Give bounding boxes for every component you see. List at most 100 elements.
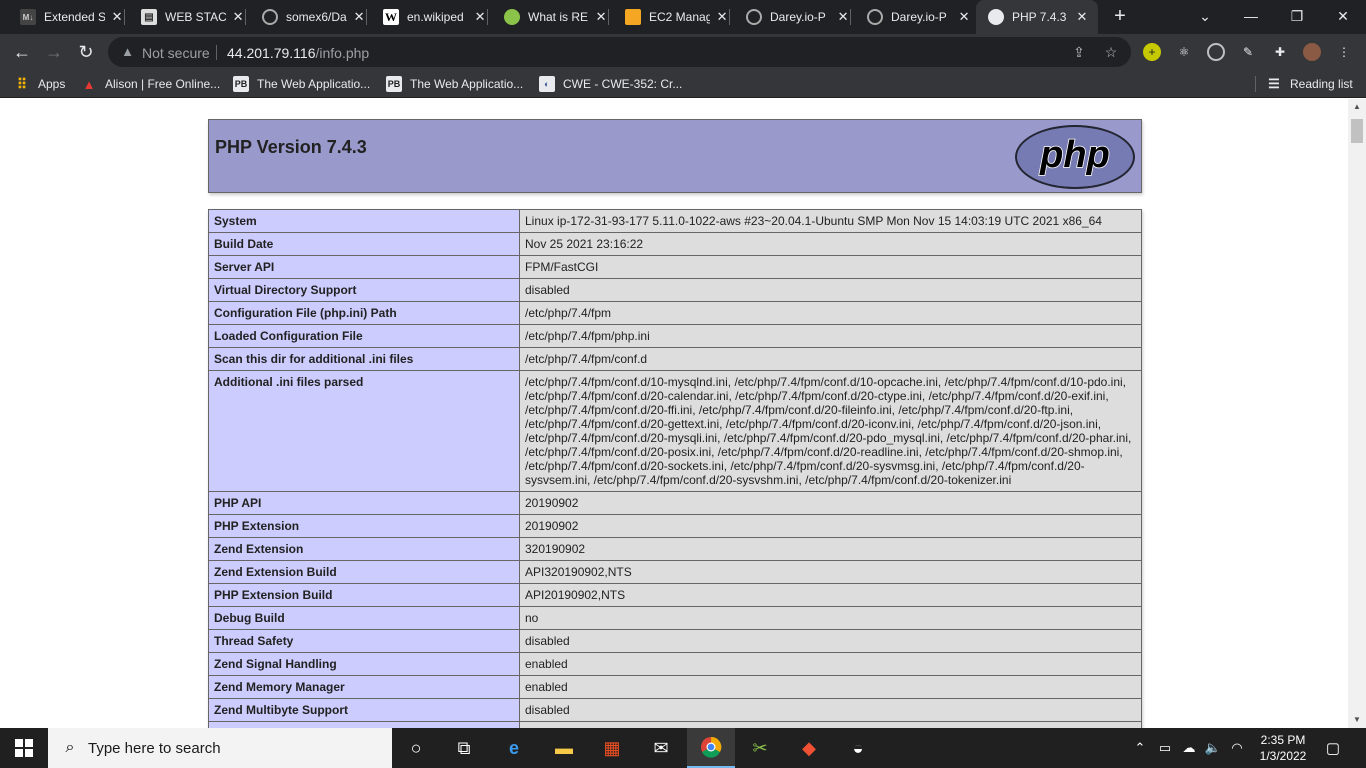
pb-icon: PB — [386, 76, 402, 92]
record-icon[interactable] — [1207, 43, 1225, 61]
table-row: Zend Multibyte Support disabled — [208, 698, 1142, 722]
bookmark-web-app-2[interactable]: PB The Web Applicatio... — [386, 75, 523, 93]
tab-close-icon[interactable]: ✕ — [1074, 9, 1090, 25]
new-tab-button[interactable]: + — [1108, 5, 1132, 29]
windows-logo-icon — [15, 739, 33, 757]
table-row: Additional .ini files parsed/etc/php/7.4… — [208, 370, 1142, 492]
config-value: disabled — [519, 629, 1142, 653]
tab-search-icon[interactable]: ⌄ — [1182, 0, 1228, 34]
store-icon[interactable]: ▦ — [588, 728, 636, 768]
tab-darey-2[interactable]: Darey.io-P ✕ — [847, 0, 972, 34]
tab-wikipedia[interactable]: W en.wikiped ✕ — [363, 0, 488, 34]
tab-extended[interactable]: M↓ Extended S ✕ — [0, 0, 125, 34]
pb-icon: PB — [233, 76, 249, 92]
onedrive-cloud-icon[interactable]: ☁ — [1180, 728, 1198, 768]
reload-icon[interactable]: ↻ — [74, 40, 98, 64]
config-key: Zend Memory Manager — [208, 675, 520, 699]
tab-php-info[interactable]: PHP 7.4.3 ✕ — [976, 0, 1098, 34]
mail-icon[interactable]: ✉ — [637, 728, 685, 768]
tab-what-is-rest[interactable]: What is RE ✕ — [484, 0, 609, 34]
search-icon: ⌕ — [65, 739, 75, 756]
volume-icon[interactable]: 🔈 — [1204, 728, 1222, 768]
back-icon[interactable]: ← — [10, 40, 34, 64]
scroll-up-arrow-icon[interactable]: ▲ — [1348, 99, 1366, 115]
react-devtools-icon[interactable]: ⚛ — [1175, 43, 1193, 61]
bookmarks-divider — [1255, 76, 1256, 92]
table-row: Zend Signal Handling enabled — [208, 652, 1142, 676]
aws-icon — [625, 9, 641, 25]
reading-list[interactable]: ☰ Reading list — [1266, 75, 1353, 93]
tray-overflow-icon[interactable]: ⌃ — [1132, 728, 1148, 768]
globe-green-icon — [504, 9, 520, 25]
warning-triangle-icon[interactable]: ▲ — [120, 44, 135, 59]
clock-date: 1/3/2022 — [1259, 749, 1307, 763]
php-logo[interactable]: php — [1013, 124, 1137, 190]
scroll-down-arrow-icon[interactable]: ▼ — [1348, 712, 1366, 728]
snipping-tool-icon[interactable]: ✂ — [736, 728, 784, 768]
share-icon[interactable]: ⇪ — [1070, 43, 1088, 61]
config-key: Server API — [208, 255, 520, 279]
config-value: FPM/FastCGI — [519, 255, 1142, 279]
reading-list-icon: ☰ — [1268, 76, 1280, 91]
chrome-icon[interactable] — [687, 728, 735, 768]
page-title: PHP Version 7.4.3 — [215, 137, 367, 157]
tab-close-icon[interactable]: ✕ — [956, 9, 972, 25]
config-value: enabled — [519, 652, 1142, 676]
profile-avatar[interactable] — [1303, 43, 1321, 61]
omnibox[interactable]: ▲ Not secure 44.201.79.116/info.php ⇪ ☆ — [108, 37, 1131, 67]
scrollbar-thumb[interactable] — [1351, 119, 1363, 143]
config-key: Zend Extension — [208, 537, 520, 561]
bookmark-cwe[interactable]: ◐ CWE - CWE-352: Cr... — [539, 75, 682, 93]
not-secure-label[interactable]: Not secure — [142, 45, 210, 61]
file-explorer-icon[interactable]: ▬ — [540, 728, 588, 768]
config-value: /etc/php/7.4/fpm/conf.d/10-mysqlnd.ini, … — [519, 370, 1142, 492]
tab-somex6[interactable]: somex6/Da ✕ — [242, 0, 367, 34]
config-key: PHP API — [208, 491, 520, 515]
bookmark-star-icon[interactable]: ☆ — [1102, 43, 1120, 61]
table-row: Configuration File (php.ini) Path/etc/ph… — [208, 301, 1142, 325]
tab-ec2[interactable]: EC2 Manag ✕ — [605, 0, 730, 34]
url-text[interactable]: 44.201.79.116/info.php — [227, 45, 369, 61]
windows-taskbar: ⌕ Type here to search ○ ⧉ e ▬ ▦ ✉ ✂ ◆ ◒ … — [0, 728, 1366, 768]
forward-icon[interactable]: → — [42, 40, 66, 64]
config-key: Scan this dir for additional .ini files — [208, 347, 520, 371]
restore-icon[interactable]: ❐ — [1274, 0, 1320, 34]
edge-icon[interactable]: e — [490, 728, 538, 768]
menu-kebab-icon[interactable]: ⋮ — [1335, 43, 1353, 61]
url-host: 44.201.79.116 — [227, 45, 316, 61]
taskbar-search[interactable]: ⌕ Type here to search — [48, 728, 392, 768]
table-row: PHP Extension Build API20190902,NTS — [208, 583, 1142, 607]
git-gui-icon[interactable]: ◆ — [785, 728, 833, 768]
cortana-icon[interactable]: ○ — [392, 728, 440, 768]
config-value: enabled — [519, 675, 1142, 699]
table-row: Zend Memory Manager enabled — [208, 675, 1142, 699]
extension-plus-icon[interactable]: + — [1143, 43, 1161, 61]
config-key: Zend Extension Build — [208, 560, 520, 584]
php-info-table: System Linux ip-172-31-93-177 5.11.0-1022… — [208, 209, 1142, 728]
config-key: Build Date — [208, 232, 520, 256]
bookmark-alison[interactable]: ▲ Alison | Free Online... — [81, 75, 221, 93]
extensions-puzzle-icon[interactable]: ✚ — [1271, 43, 1289, 61]
tab-web-stack[interactable]: ▤ WEB STACK ✕ — [121, 0, 246, 34]
bookmark-web-app-1[interactable]: PB The Web Applicatio... — [233, 75, 370, 93]
remote-desktop-icon[interactable]: ◒ — [834, 728, 882, 768]
wifi-icon[interactable]: ◠ — [1228, 728, 1246, 768]
close-window-icon[interactable]: ✕ — [1320, 0, 1366, 34]
notifications-icon[interactable]: ▢ — [1322, 728, 1344, 768]
tab-darey-1[interactable]: Darey.io-P ✕ — [726, 0, 851, 34]
table-row: Zend Extension Build API320190902,NTS — [208, 560, 1142, 584]
page-scrollbar[interactable]: ▲ ▼ — [1348, 99, 1366, 728]
taskbar-clock[interactable]: 2:35 PM 1/3/2022 — [1245, 732, 1321, 764]
start-button[interactable] — [0, 728, 48, 768]
config-key: Zend Multibyte Support — [208, 698, 520, 722]
eyedropper-icon[interactable]: ✎ — [1239, 43, 1257, 61]
globe-icon — [988, 9, 1004, 25]
bookmark-apps[interactable]: ⠿ Apps — [14, 75, 66, 93]
config-value: API320190902,NTS — [519, 560, 1142, 584]
config-key: Configuration File (php.ini) Path — [208, 301, 520, 325]
battery-icon[interactable]: ▭ — [1156, 728, 1174, 768]
php-version-header: PHP Version 7.4.3 php — [208, 119, 1142, 193]
minimize-icon[interactable]: — — [1228, 0, 1274, 34]
task-view-icon[interactable]: ⧉ — [440, 728, 488, 768]
config-value: 20190902 — [519, 491, 1142, 515]
